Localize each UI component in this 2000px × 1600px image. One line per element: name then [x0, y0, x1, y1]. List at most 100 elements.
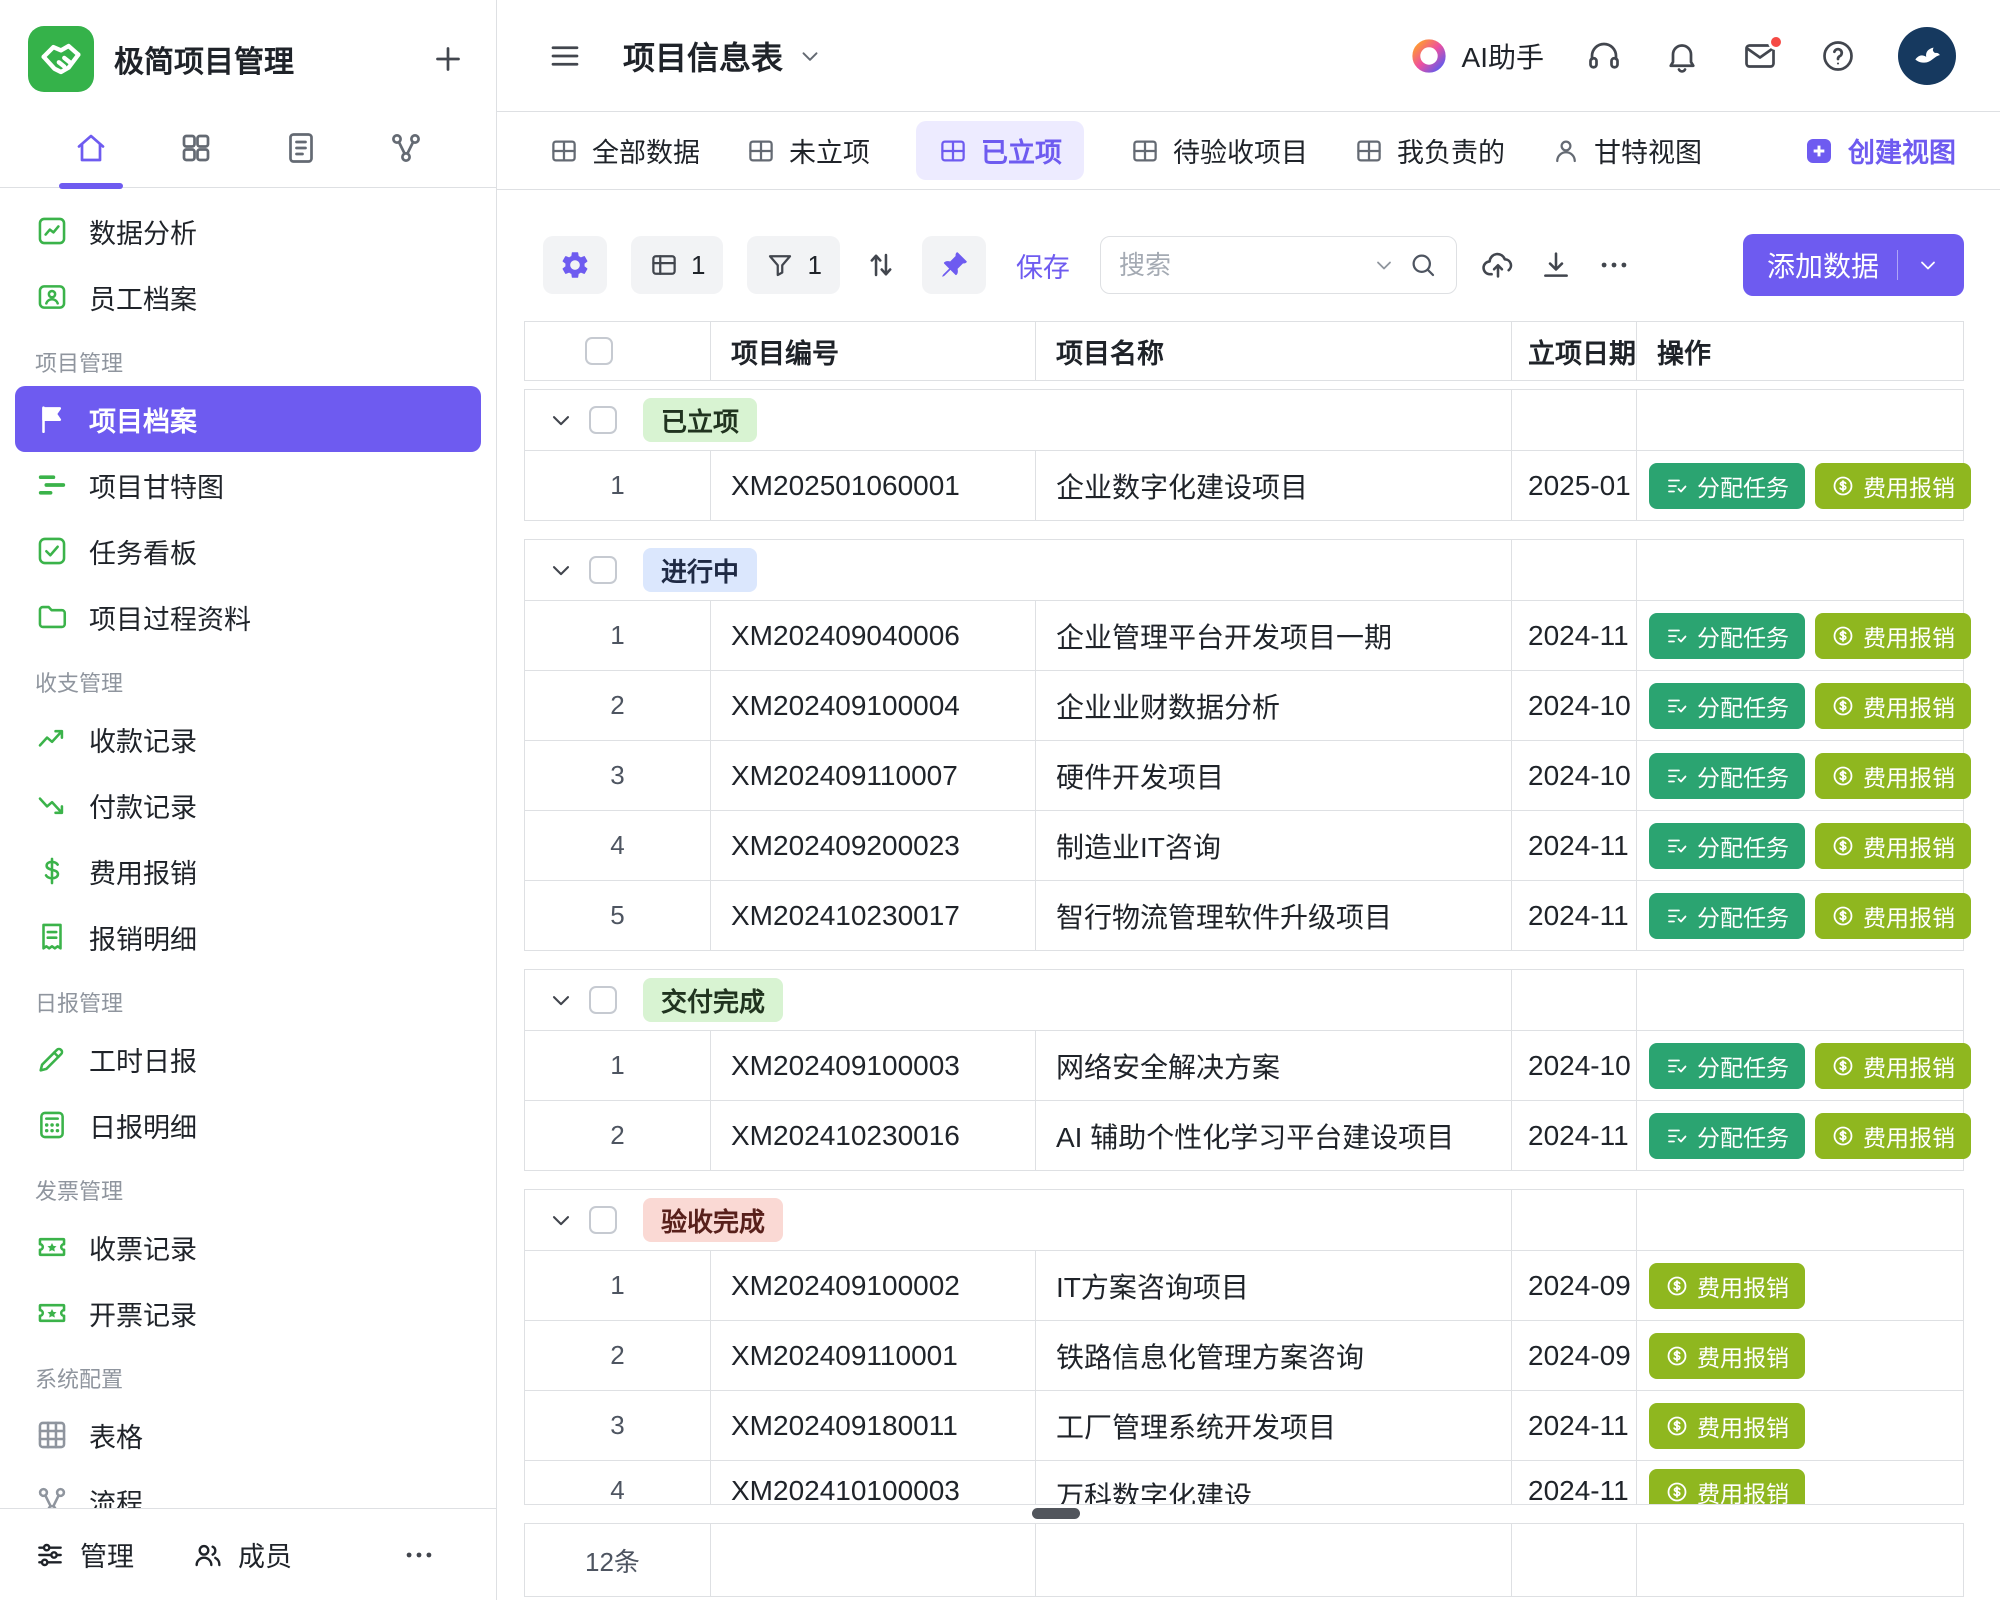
assign-task-button[interactable]: 分配任务 — [1649, 463, 1805, 509]
manage-button[interactable]: 管理 — [34, 1535, 134, 1574]
sidebar-item-data-analysis[interactable]: 数据分析 — [15, 198, 481, 264]
add-data-button[interactable]: 添加数据 — [1743, 234, 1964, 296]
group-checkbox[interactable] — [589, 986, 617, 1014]
expense-reimburse-button[interactable]: 费用报销 — [1815, 683, 1971, 729]
nav-tab-flow[interactable] — [371, 113, 441, 183]
group-checkbox[interactable] — [589, 556, 617, 584]
sidebar-item-task-board[interactable]: 任务看板 — [15, 518, 481, 584]
sidebar-item-label: 付款记录 — [89, 786, 197, 825]
search-input[interactable] — [1119, 250, 1360, 281]
chevron-down-icon[interactable] — [1372, 253, 1396, 277]
more-icon[interactable] — [402, 1538, 436, 1572]
ai-assistant-button[interactable]: AI助手 — [1410, 36, 1544, 76]
table-row[interactable]: 2 XM202409110001 铁路信息化管理方案咨询 2024-09 费用报… — [525, 1320, 1963, 1390]
select-all-checkbox[interactable] — [585, 337, 613, 365]
pin-button[interactable] — [922, 236, 986, 294]
more-actions-button[interactable] — [1597, 248, 1631, 282]
expense-reimburse-button[interactable]: 费用报销 — [1815, 893, 1971, 939]
table-row[interactable]: 1 XM202501060001 企业数字化建设项目 2025-01 分配任务 … — [525, 450, 1963, 520]
assign-task-button[interactable]: 分配任务 — [1649, 893, 1805, 939]
scrollbar-handle[interactable] — [1032, 1508, 1080, 1519]
expense-reimburse-button[interactable]: 费用报销 — [1815, 613, 1971, 659]
field-config-button[interactable]: 1 — [631, 236, 723, 294]
table-row[interactable]: 4 XM202409200023 制造业IT咨询 2024-11 分配任务 费用… — [525, 810, 1963, 880]
collapse-group-icon[interactable] — [547, 986, 575, 1014]
sidebar-item-project-files[interactable]: 项目档案 — [15, 386, 481, 452]
sidebar-section-income-expense: 收支管理 — [15, 650, 481, 706]
tab-initiated[interactable]: 已立项 — [916, 121, 1084, 180]
nav-tab-apps[interactable] — [161, 113, 231, 183]
export-button[interactable] — [1539, 248, 1573, 282]
table-row[interactable]: 1 XM202409100002 IT方案咨询项目 2024-09 费用报销 — [525, 1250, 1963, 1320]
sidebar-item-workflow[interactable]: 流程 — [15, 1468, 481, 1508]
create-view-button[interactable]: 创建视图 — [1803, 131, 1956, 170]
save-view-button[interactable]: 保存 — [1016, 246, 1070, 285]
sidebar-item-reimbursement-details[interactable]: 报销明细 — [15, 904, 481, 970]
expense-reimburse-button[interactable]: 费用报销 — [1815, 1113, 1971, 1159]
collapse-sidebar-icon[interactable] — [547, 38, 583, 74]
bell-icon[interactable] — [1664, 38, 1700, 74]
assign-task-button[interactable]: 分配任务 — [1649, 683, 1805, 729]
sidebar-item-invoice-received[interactable]: 收票记录 — [15, 1214, 481, 1280]
assign-task-button[interactable]: 分配任务 — [1649, 613, 1805, 659]
collapse-group-icon[interactable] — [547, 1206, 575, 1234]
table-row[interactable]: 1 XM202409100003 网络安全解决方案 2024-10 分配任务 费… — [525, 1030, 1963, 1100]
expense-reimburse-button[interactable]: 费用报销 — [1815, 753, 1971, 799]
group-checkbox[interactable] — [589, 1206, 617, 1234]
sidebar-item-expense-reimbursement[interactable]: 费用报销 — [15, 838, 481, 904]
sidebar-item-payment-records[interactable]: 付款记录 — [15, 772, 481, 838]
members-button[interactable]: 成员 — [192, 1535, 292, 1574]
expense-reimburse-button[interactable]: 费用报销 — [1649, 1403, 1805, 1449]
table-row[interactable]: 5 XM202410230017 智行物流管理软件升级项目 2024-11 分配… — [525, 880, 1963, 950]
filter-button[interactable]: 1 — [747, 236, 839, 294]
add-workspace-icon[interactable] — [430, 41, 466, 77]
sidebar-item-invoice-issued[interactable]: 开票记录 — [15, 1280, 481, 1346]
expense-reimburse-button[interactable]: 费用报销 — [1815, 823, 1971, 869]
table-row[interactable]: 1 XM202409040006 企业管理平台开发项目一期 2024-11 分配… — [525, 600, 1963, 670]
ticket-star-icon — [35, 1230, 69, 1264]
expense-reimburse-button[interactable]: 费用报销 — [1649, 1333, 1805, 1379]
sidebar-item-tables[interactable]: 表格 — [15, 1402, 481, 1468]
sidebar-item-project-gantt[interactable]: 项目甘特图 — [15, 452, 481, 518]
sidebar-item-collection-records[interactable]: 收款记录 — [15, 706, 481, 772]
group-checkbox[interactable] — [589, 406, 617, 434]
assign-task-button[interactable]: 分配任务 — [1649, 753, 1805, 799]
tab-all-data[interactable]: 全部数据 — [549, 131, 700, 170]
search-box[interactable] — [1100, 236, 1457, 294]
assign-task-button[interactable]: 分配任务 — [1649, 823, 1805, 869]
search-icon[interactable] — [1408, 250, 1438, 280]
tab-not-initiated[interactable]: 未立项 — [746, 131, 870, 170]
cell-date: 2024-11 — [1511, 811, 1636, 880]
tab-my-responsibility[interactable]: 我负责的 — [1354, 131, 1505, 170]
collapse-group-icon[interactable] — [547, 556, 575, 584]
table-row[interactable]: 2 XM202409100004 企业业财数据分析 2024-10 分配任务 费… — [525, 670, 1963, 740]
table-row-clipped[interactable]: 4 XM202410100003 万科数字化建设 2024-11 费用报销 — [525, 1460, 1963, 1504]
nav-tab-home[interactable] — [56, 113, 126, 183]
inbox-button[interactable] — [1742, 38, 1778, 74]
import-button[interactable] — [1481, 248, 1515, 282]
nav-tab-docs[interactable] — [266, 113, 336, 183]
collapse-group-icon[interactable] — [547, 406, 575, 434]
sidebar-item-workhour-daily[interactable]: 工时日报 — [15, 1026, 481, 1092]
view-settings-button[interactable] — [543, 236, 607, 294]
table-row[interactable]: 2 XM202410230016 AI 辅助个性化学习平台建设项目 2024-1… — [525, 1100, 1963, 1170]
expense-reimburse-button[interactable]: 费用报销 — [1649, 1469, 1805, 1504]
sidebar-item-project-process-docs[interactable]: 项目过程资料 — [15, 584, 481, 650]
help-icon[interactable] — [1820, 38, 1856, 74]
tab-pending-acceptance[interactable]: 待验收项目 — [1130, 131, 1308, 170]
expense-reimburse-button[interactable]: 费用报销 — [1815, 463, 1971, 509]
headset-icon[interactable] — [1586, 38, 1622, 74]
sort-button[interactable] — [864, 248, 898, 282]
table-row[interactable]: 3 XM202409180011 工厂管理系统开发项目 2024-11 费用报销 — [525, 1390, 1963, 1460]
assign-task-button[interactable]: 分配任务 — [1649, 1043, 1805, 1089]
assign-task-button[interactable]: 分配任务 — [1649, 1113, 1805, 1159]
avatar[interactable] — [1898, 27, 1956, 85]
sidebar-item-daily-report-details[interactable]: 日报明细 — [15, 1092, 481, 1158]
sidebar-item-employee-files[interactable]: 员工档案 — [15, 264, 481, 330]
expense-reimburse-button[interactable]: 费用报销 — [1815, 1043, 1971, 1089]
page-title[interactable]: 项目信息表 — [623, 33, 823, 79]
cell-row-number: 2 — [525, 671, 710, 740]
table-row[interactable]: 3 XM202409110007 硬件开发项目 2024-10 分配任务 费用报… — [525, 740, 1963, 810]
expense-reimburse-button[interactable]: 费用报销 — [1649, 1263, 1805, 1309]
tab-gantt-view[interactable]: 甘特视图 — [1551, 131, 1702, 170]
